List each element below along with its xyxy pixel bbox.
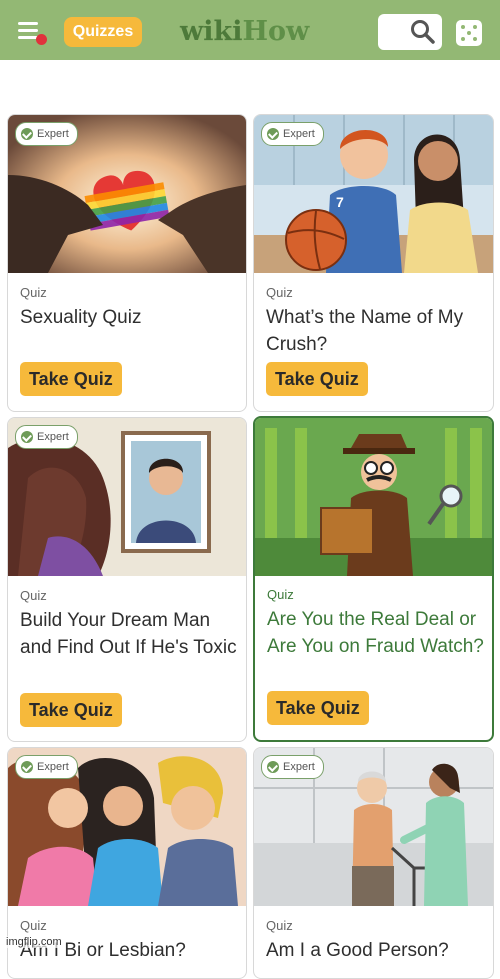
card-kind-label: Quiz	[20, 588, 47, 603]
card-kind-label: Quiz	[266, 918, 293, 933]
expert-badge: Expert	[15, 755, 78, 779]
expert-badge: Expert	[261, 755, 324, 779]
card-title[interactable]: What’s the Name of My Crush?	[266, 304, 486, 358]
quiz-thumbnail-fraud-watch	[255, 418, 492, 576]
expert-badge-label: Expert	[37, 761, 69, 773]
expert-badge-label: Expert	[283, 761, 315, 773]
top-bar: Quizzes wikiHow	[0, 0, 500, 60]
quiz-card[interactable]: Expert Quiz Am I a Good Person?	[253, 747, 494, 979]
expert-badge: Expert	[15, 122, 78, 146]
random-article-dice-icon[interactable]	[456, 20, 482, 46]
expert-badge: Expert	[261, 122, 324, 146]
check-icon	[21, 761, 33, 773]
quiz-card[interactable]: Expert Quiz Sexuality Quiz Take Quiz	[7, 114, 247, 412]
check-icon	[267, 761, 279, 773]
card-title[interactable]: Build Your Dream Man and Find Out If He'…	[20, 607, 240, 661]
search-button[interactable]	[378, 14, 442, 50]
svg-text:7: 7	[336, 194, 344, 210]
search-icon	[411, 20, 435, 44]
logo-how: How	[242, 16, 310, 47]
wikihow-logo[interactable]: wikiHow	[180, 14, 309, 50]
quizzes-button[interactable]: Quizzes	[64, 17, 142, 47]
quiz-card[interactable]: Expert Quiz Build Your Dream Man and Fin…	[7, 417, 247, 742]
expert-badge-label: Expert	[37, 431, 69, 443]
card-kind-label: Quiz	[20, 285, 47, 300]
take-quiz-button[interactable]: Take Quiz	[267, 691, 369, 725]
card-kind-label: Quiz	[267, 587, 294, 602]
take-quiz-button[interactable]: Take Quiz	[20, 362, 122, 396]
check-icon	[267, 128, 279, 140]
expert-badge-label: Expert	[37, 128, 69, 140]
logo-wiki: wiki	[180, 16, 243, 47]
card-kind-label: Quiz	[20, 918, 47, 933]
check-icon	[21, 128, 33, 140]
take-quiz-button[interactable]: Take Quiz	[20, 693, 122, 727]
check-icon	[21, 431, 33, 443]
notification-dot	[36, 34, 47, 45]
card-kind-label: Quiz	[266, 285, 293, 300]
card-title[interactable]: Sexuality Quiz	[20, 304, 240, 331]
expert-badge-label: Expert	[283, 128, 315, 140]
expert-badge: Expert	[15, 425, 78, 449]
take-quiz-button[interactable]: Take Quiz	[266, 362, 368, 396]
imgflip-watermark: imgflip.com	[4, 936, 64, 948]
card-title[interactable]: Are You the Real Deal or Are You on Frau…	[267, 606, 487, 660]
quiz-card-highlighted[interactable]: Quiz Are You the Real Deal or Are You on…	[253, 416, 494, 742]
card-title[interactable]: Am I a Good Person?	[266, 937, 486, 964]
quiz-card[interactable]: 7 Expert Quiz What’s the Name of My Crus…	[253, 114, 494, 412]
